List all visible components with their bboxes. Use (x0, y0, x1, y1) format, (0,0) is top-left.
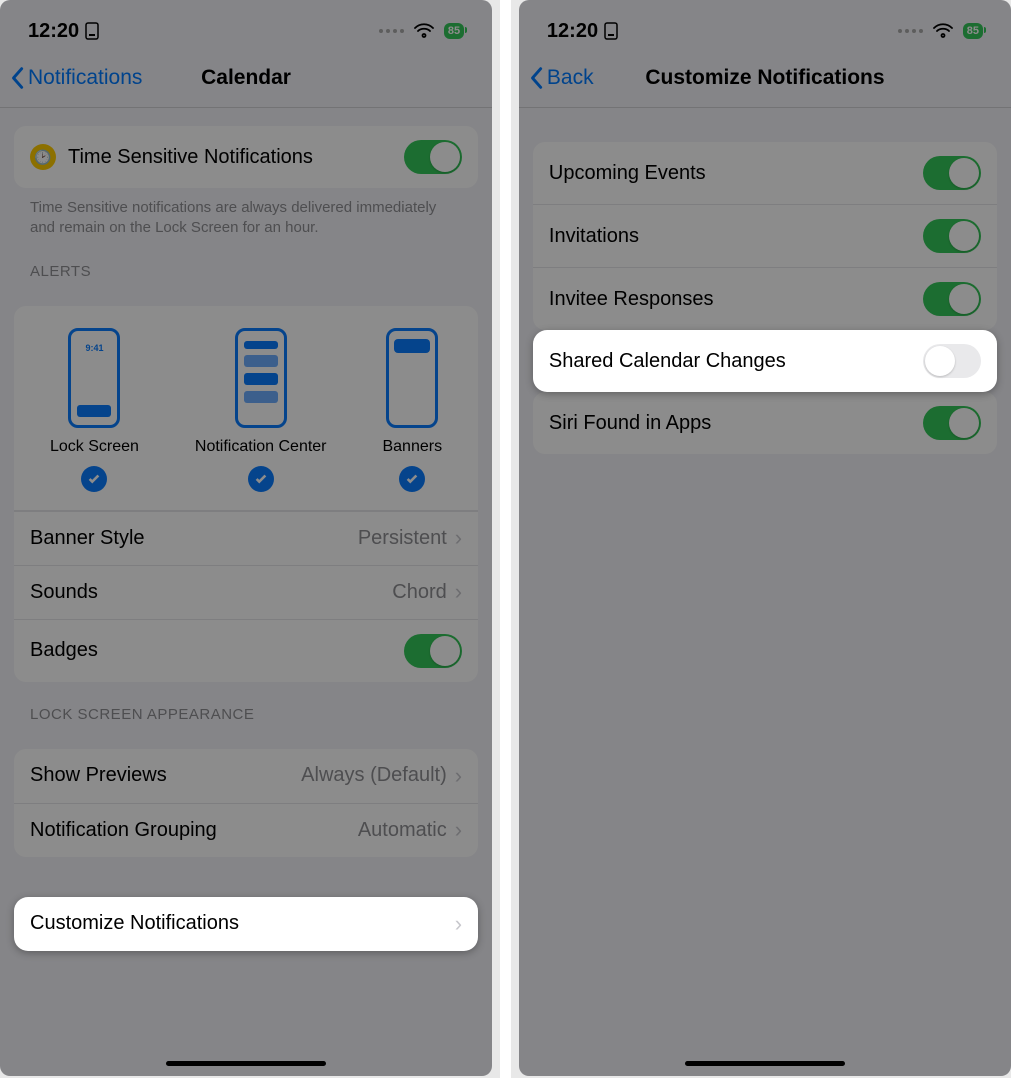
chevron-right-icon: › (455, 819, 462, 841)
back-label: Back (547, 66, 594, 90)
time-sensitive-row[interactable]: 🕑 Time Sensitive Notifications (14, 126, 478, 188)
time-sensitive-label: Time Sensitive Notifications (68, 146, 313, 169)
page-title: Customize Notifications (645, 66, 884, 90)
phone-customize-notifications: 12:20 85 Back Customize Notifications Up… (519, 0, 1011, 1076)
chevron-left-icon (10, 66, 24, 90)
battery-icon: 85 (963, 23, 983, 39)
nav-bar: Back Customize Notifications (519, 58, 1011, 108)
back-button[interactable]: Back (529, 66, 594, 90)
status-bar: 12:20 85 (519, 0, 1011, 58)
banners-icon (386, 328, 438, 428)
badges-row[interactable]: Badges (14, 619, 478, 682)
show-previews-label: Show Previews (30, 764, 167, 787)
battery-icon: 85 (444, 23, 464, 39)
check-icon (399, 466, 425, 492)
lock-screen-appearance-header: LOCK SCREEN APPEARANCE (14, 682, 478, 731)
invitee-responses-label: Invitee Responses (549, 288, 714, 311)
alert-lock-screen[interactable]: 9:41 Lock Screen (50, 328, 139, 492)
alert-notification-center[interactable]: Notification Center (195, 328, 327, 492)
notification-center-icon (235, 328, 287, 428)
upcoming-events-label: Upcoming Events (549, 162, 706, 185)
status-time: 12:20 (547, 20, 598, 43)
invitations-toggle[interactable] (923, 219, 981, 253)
notification-grouping-value: Automatic (358, 819, 447, 842)
page-title: Calendar (201, 66, 291, 90)
sounds-value: Chord (392, 581, 446, 604)
home-indicator[interactable] (685, 1061, 845, 1066)
customize-notifications-row[interactable]: Customize Notifications › (14, 897, 478, 951)
time-sensitive-icon: 🕑 (30, 144, 56, 170)
customize-notifications-label: Customize Notifications (30, 912, 239, 935)
card-icon (604, 22, 618, 40)
chevron-right-icon: › (455, 913, 462, 935)
badges-label: Badges (30, 639, 98, 662)
badges-toggle[interactable] (404, 634, 462, 668)
alerts-header: ALERTS (14, 239, 478, 288)
notification-grouping-row[interactable]: Notification Grouping Automatic › (14, 803, 478, 857)
siri-found-toggle[interactable] (923, 406, 981, 440)
check-icon (81, 466, 107, 492)
status-bar: 12:20 85 (0, 0, 492, 58)
shared-calendar-changes-toggle[interactable] (923, 344, 981, 378)
show-previews-row[interactable]: Show Previews Always (Default) › (14, 749, 478, 803)
back-label: Notifications (28, 66, 142, 90)
nav-bar: Notifications Calendar (0, 58, 492, 108)
invitations-label: Invitations (549, 225, 639, 248)
alert-banners[interactable]: Banners (382, 328, 442, 492)
alert-lock-label: Lock Screen (50, 438, 139, 456)
invitations-row[interactable]: Invitations (533, 204, 997, 267)
time-sensitive-footer: Time Sensitive notifications are always … (14, 188, 478, 239)
back-button[interactable]: Notifications (10, 66, 142, 90)
sounds-row[interactable]: Sounds Chord › (14, 565, 478, 619)
banner-style-value: Persistent (358, 527, 447, 550)
lock-screen-icon: 9:41 (68, 328, 120, 428)
chevron-right-icon: › (455, 765, 462, 787)
chevron-right-icon: › (455, 581, 462, 603)
chevron-right-icon: › (455, 527, 462, 549)
phone-calendar-notifications: 12:20 85 Notifications Calendar 🕑 (0, 0, 492, 1076)
alert-nc-label: Notification Center (195, 438, 327, 456)
time-sensitive-toggle[interactable] (404, 140, 462, 174)
siri-found-label: Siri Found in Apps (549, 412, 711, 435)
card-icon (85, 22, 99, 40)
wifi-icon (414, 23, 434, 39)
cell-dots-icon (898, 29, 923, 33)
status-time: 12:20 (28, 20, 79, 43)
shared-calendar-changes-row[interactable]: Shared Calendar Changes (533, 330, 997, 392)
upcoming-events-toggle[interactable] (923, 156, 981, 190)
home-indicator[interactable] (166, 1061, 326, 1066)
shared-calendar-changes-label: Shared Calendar Changes (549, 350, 786, 373)
alert-banner-label: Banners (382, 438, 442, 456)
chevron-left-icon (529, 66, 543, 90)
sounds-label: Sounds (30, 581, 98, 604)
siri-found-row[interactable]: Siri Found in Apps (533, 392, 997, 454)
show-previews-value: Always (Default) (301, 764, 447, 787)
banner-style-row[interactable]: Banner Style Persistent › (14, 511, 478, 565)
check-icon (248, 466, 274, 492)
notification-grouping-label: Notification Grouping (30, 819, 217, 842)
alerts-style-row: 9:41 Lock Screen Notification Center Ban… (14, 306, 478, 511)
upcoming-events-row[interactable]: Upcoming Events (533, 142, 997, 204)
invitee-responses-row[interactable]: Invitee Responses (533, 267, 997, 330)
banner-style-label: Banner Style (30, 527, 145, 550)
invitee-responses-toggle[interactable] (923, 282, 981, 316)
wifi-icon (933, 23, 953, 39)
cell-dots-icon (379, 29, 404, 33)
